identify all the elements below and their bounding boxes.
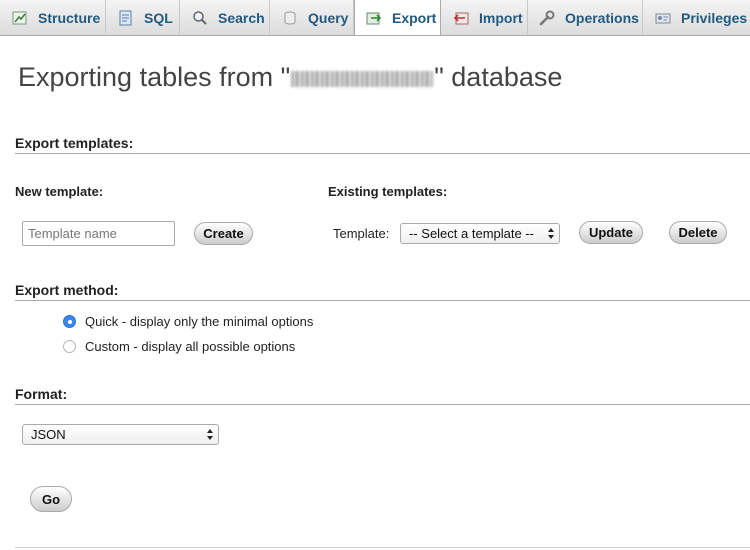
tab-label: Export [392,10,437,26]
export-icon [366,10,382,26]
custom-radio[interactable] [63,340,76,353]
export-method-option-quick[interactable]: Quick - display only the minimal options [63,314,313,329]
template-name-input[interactable] [22,221,175,246]
tab-query[interactable]: Query [270,0,354,35]
export-templates-heading: Export templates: [15,135,750,154]
page-title-prefix: Exporting tables from " [18,62,291,92]
page-title-suffix: " database [434,62,563,92]
existing-templates-label: Existing templates: [328,184,448,199]
bottom-divider [15,547,750,548]
tab-sql[interactable]: SQL [106,0,180,35]
new-template-label: New template: [15,184,104,199]
format-heading: Format: [15,386,750,405]
tab-search[interactable]: Search [180,0,270,35]
create-button[interactable]: Create [194,222,253,245]
quick-option-label[interactable]: Quick - display only the minimal options [85,314,313,329]
custom-option-label[interactable]: Custom - display all possible options [85,339,295,354]
tab-label: Operations [565,9,639,26]
tab-label: Query [308,9,349,26]
sql-icon [118,10,134,26]
template-select-value: -- Select a template -- [409,226,534,241]
tab-import[interactable]: Import [441,0,528,35]
template-select[interactable]: -- Select a template -- [400,223,560,244]
export-method-option-custom[interactable]: Custom - display all possible options [63,339,295,354]
format-select-value: JSON [31,427,66,442]
tab-privileges[interactable]: Privileges [643,0,750,35]
tab-label: SQL [144,9,173,26]
format-select[interactable]: JSON [22,424,219,445]
tab-structure[interactable]: Structure [0,0,106,35]
tab-label: Structure [38,9,101,26]
go-button[interactable]: Go [30,486,72,512]
wrench-icon [539,10,555,26]
import-icon [453,10,469,26]
tab-bar: Structure SQL Search Query Export Import [0,0,750,36]
select-arrows-icon [547,226,555,241]
select-arrows-icon [206,427,214,442]
tab-label: Search [218,9,265,26]
export-method-heading: Export method: [15,282,750,301]
template-label: Template: [333,226,390,241]
tab-label: Import [479,9,523,26]
search-icon [192,10,208,26]
privileges-icon [655,10,671,26]
delete-button[interactable]: Delete [669,221,727,244]
structure-icon [12,10,28,26]
query-icon [282,10,298,26]
quick-radio[interactable] [63,315,76,328]
tab-label: Privileges [681,9,748,26]
tab-operations[interactable]: Operations [528,0,643,35]
update-button[interactable]: Update [579,221,643,244]
tab-export[interactable]: Export [354,0,441,35]
redacted-database-name [291,70,434,87]
page-title: Exporting tables from " " database [18,62,562,93]
